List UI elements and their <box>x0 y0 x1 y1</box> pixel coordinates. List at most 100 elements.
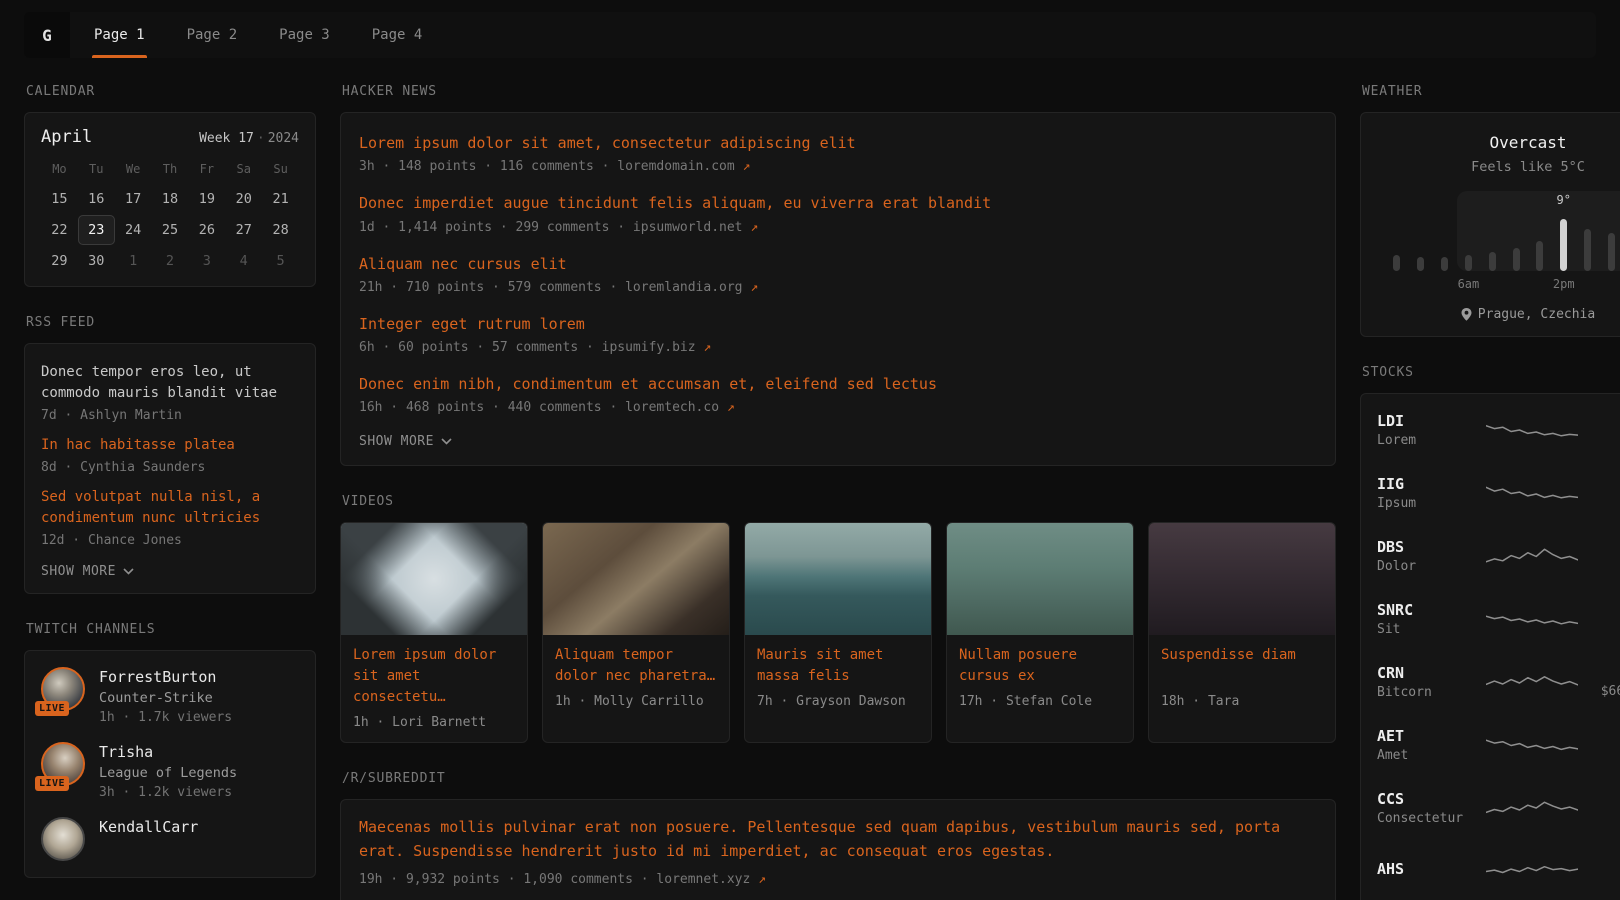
avatar <box>41 817 85 861</box>
subreddit-post[interactable]: Maecenas mollis pulvinar erat non posuer… <box>359 816 1317 887</box>
video-meta: 17h · Stefan Cole <box>959 694 1121 709</box>
rss-item-title[interactable]: Donec tempor eros leo, ut commodo mauris… <box>41 362 299 404</box>
stock-ticker: IIG <box>1377 475 1477 493</box>
video-title[interactable]: Mauris sit amet massa felis <box>757 645 919 687</box>
tab-page-4[interactable]: Page 4 <box>372 12 423 58</box>
video-card[interactable]: Aliquam tempor dolor nec pharetra… 1h · … <box>542 522 730 743</box>
rss-item-title[interactable]: In hac habitasse platea <box>41 435 299 456</box>
stock-change: +4.35% <box>1587 413 1620 429</box>
weather-feels-like: Feels like 5°C <box>1377 159 1620 175</box>
calendar-separator: · <box>254 131 268 146</box>
stock-ticker: CCS <box>1377 790 1477 808</box>
hackernews-item-title[interactable]: Donec enim nibh, condimentum et accumsan… <box>359 374 1317 394</box>
weather-bar <box>1441 257 1448 271</box>
twitch-channel-meta: 1h · 1.7k viewers <box>99 710 232 725</box>
twitch-channel-name[interactable]: ForrestBurton <box>99 668 232 686</box>
tab-page-2[interactable]: Page 2 <box>187 12 238 58</box>
video-card[interactable]: Nullam posuere cursus ex 17h · Stefan Co… <box>946 522 1134 743</box>
hackernews-item[interactable]: Donec imperdiet augue tincidunt felis al… <box>359 183 1317 243</box>
stock-ticker: SNRC <box>1377 601 1477 619</box>
weather-bar <box>1584 229 1591 271</box>
external-link-icon[interactable]: ↗ <box>743 159 751 174</box>
stock-price: $42.04 <box>1587 495 1620 510</box>
stock-row[interactable]: AHS +0.46% <box>1377 839 1620 900</box>
video-meta: 18h · Tara <box>1161 694 1323 709</box>
rss-item[interactable]: In hac habitasse platea 8d · Cynthia Sau… <box>41 425 299 477</box>
video-thumbnail[interactable] <box>745 523 931 635</box>
stock-price: $795.18 <box>1587 432 1620 447</box>
rss-item[interactable]: Sed volutpat nulla nisl, a condimentum n… <box>41 477 299 550</box>
video-thumbnail[interactable] <box>947 523 1133 635</box>
twitch-channel-game: League of Legends <box>99 765 237 781</box>
video-thumbnail[interactable] <box>341 523 527 635</box>
hackernews-item-title[interactable]: Donec imperdiet augue tincidunt felis al… <box>359 193 1317 213</box>
external-link-icon[interactable]: ↗ <box>750 280 758 295</box>
hackernews-item[interactable]: Donec enim nibh, condimentum et accumsan… <box>359 364 1317 424</box>
hackernews-show-more-button[interactable]: SHOW MORE <box>359 434 452 449</box>
twitch-channel-game: Counter-Strike <box>99 690 232 706</box>
video-card-body: Mauris sit amet massa felis 7h · Grayson… <box>745 635 931 721</box>
twitch-channel-info: ForrestBurton Counter-Strike 1h · 1.7k v… <box>99 667 232 725</box>
twitch-channel-row[interactable]: KendallCarr <box>41 817 299 861</box>
rss-show-more-label: SHOW MORE <box>41 564 116 579</box>
external-link-icon[interactable]: ↗ <box>727 400 735 415</box>
video-card[interactable]: Mauris sit amet massa felis 7h · Grayson… <box>744 522 932 743</box>
stock-row[interactable]: IIG Ipsum +2.84% $42.04 <box>1377 461 1620 524</box>
hackernews-item-meta-text: 6h · 60 points · 57 comments · ipsumify.… <box>359 340 696 355</box>
calendar-day: 25 <box>152 215 189 245</box>
weather-location-label: Prague, Czechia <box>1478 307 1595 322</box>
rss-item-title[interactable]: Sed volutpat nulla nisl, a condimentum n… <box>41 487 299 529</box>
video-card[interactable]: Suspendisse diam 18h · Tara <box>1148 522 1336 743</box>
stock-change: +0.92% <box>1587 728 1620 744</box>
stock-row[interactable]: SNRC Sit +1.36% $148.64 <box>1377 587 1620 650</box>
twitch-channel-name[interactable]: KendallCarr <box>99 818 198 836</box>
stock-ticker: CRN <box>1377 664 1477 682</box>
subreddit-post-title[interactable]: Maecenas mollis pulvinar erat non posuer… <box>359 816 1317 863</box>
stock-row[interactable]: AET Amet +0.92% $499.72 <box>1377 713 1620 776</box>
hackernews-item-title[interactable]: Lorem ipsum dolor sit amet, consectetur … <box>359 133 1317 153</box>
middle-column: HACKER NEWS Lorem ipsum dolor sit amet, … <box>340 58 1336 900</box>
stock-price: $499.72 <box>1587 747 1620 762</box>
weather-bar <box>1465 255 1472 271</box>
hackernews-item[interactable]: Aliquam nec cursus elit 21h · 710 points… <box>359 244 1317 304</box>
rss-item[interactable]: Donec tempor eros leo, ut commodo mauris… <box>41 352 299 425</box>
stock-row[interactable]: DBS Dolor +1.42% $156.28 <box>1377 524 1620 587</box>
stock-row[interactable]: CCS Consectetur +0.51% $165.84 <box>1377 776 1620 839</box>
twitch-channel-row[interactable]: LIVE Trisha League of Legends 3h · 1.2k … <box>41 742 299 800</box>
external-link-icon[interactable]: ↗ <box>703 340 711 355</box>
video-title[interactable]: Suspendisse diam <box>1161 645 1323 687</box>
hackernews-item[interactable]: Lorem ipsum dolor sit amet, consectetur … <box>359 123 1317 183</box>
weather-time-labels: 6am2pm10pm <box>1385 277 1620 293</box>
hackernews-item-title[interactable]: Integer eget rutrum lorem <box>359 314 1317 334</box>
video-title[interactable]: Lorem ipsum dolor sit amet consectetu… <box>353 645 515 708</box>
tab-page-1[interactable]: Page 1 <box>94 12 145 58</box>
video-card-body: Suspendisse diam 18h · Tara <box>1149 635 1335 721</box>
chevron-down-icon <box>441 438 452 445</box>
stock-change: -1.00% <box>1587 665 1620 681</box>
stock-row[interactable]: LDI Lorem +4.35% $795.18 <box>1377 398 1620 461</box>
weather-bar <box>1608 233 1615 271</box>
video-thumbnail[interactable] <box>1149 523 1335 635</box>
hackernews-item-title[interactable]: Aliquam nec cursus elit <box>359 254 1317 274</box>
hackernews-show-more-label: SHOW MORE <box>359 434 434 449</box>
twitch-channel-name[interactable]: Trisha <box>99 743 237 761</box>
stock-sparkline <box>1486 415 1578 445</box>
hackernews-item-meta: 3h · 148 points · 116 comments · loremdo… <box>359 159 1317 174</box>
external-link-icon[interactable]: ↗ <box>758 872 766 887</box>
twitch-channel-row[interactable]: LIVE ForrestBurton Counter-Strike 1h · 1… <box>41 667 299 725</box>
stock-sparkline <box>1486 793 1578 823</box>
video-card[interactable]: Lorem ipsum dolor sit amet consectetu… 1… <box>340 522 528 743</box>
calendar-day: 27 <box>225 215 262 245</box>
weather-bar <box>1417 257 1424 271</box>
stock-sparkline <box>1486 604 1578 634</box>
stock-row[interactable]: CRN Bitcorn -1.00% $66,171.48 <box>1377 650 1620 713</box>
tab-page-3[interactable]: Page 3 <box>279 12 330 58</box>
video-thumbnail[interactable] <box>543 523 729 635</box>
hackernews-item[interactable]: Integer eget rutrum lorem 6h · 60 points… <box>359 304 1317 364</box>
video-card-body: Aliquam tempor dolor nec pharetra… 1h · … <box>543 635 729 721</box>
calendar-day: 19 <box>188 184 225 214</box>
video-title[interactable]: Aliquam tempor dolor nec pharetra… <box>555 645 717 687</box>
external-link-icon[interactable]: ↗ <box>750 220 758 235</box>
video-title[interactable]: Nullam posuere cursus ex <box>959 645 1121 687</box>
rss-show-more-button[interactable]: SHOW MORE <box>41 564 134 579</box>
